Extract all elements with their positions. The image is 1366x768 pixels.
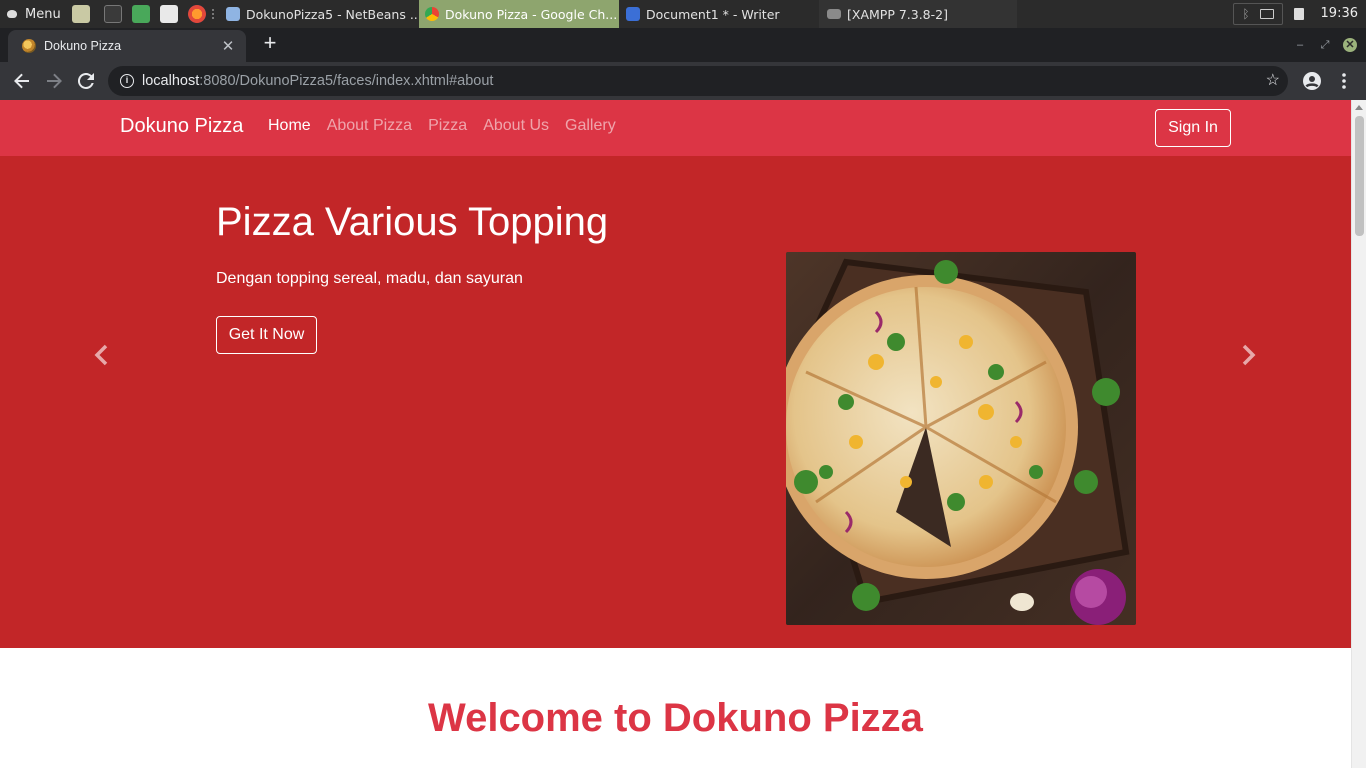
- vertical-dots-icon: [1342, 73, 1346, 89]
- carousel-indicators: [625, 662, 727, 665]
- close-window-icon[interactable]: ✕: [1343, 38, 1357, 52]
- carousel-prev-button[interactable]: [92, 344, 116, 372]
- chrome-icon: [425, 7, 439, 21]
- site-navbar: Dokuno Pizza Home About Pizza Pizza Abou…: [0, 100, 1351, 156]
- site-brand[interactable]: Dokuno Pizza: [120, 115, 243, 138]
- arrow-left-icon: [14, 73, 29, 89]
- new-tab-button[interactable]: +: [260, 32, 280, 54]
- nav-link-about-pizza[interactable]: About Pizza: [327, 117, 412, 135]
- writer-icon: [626, 7, 640, 21]
- task-netbeans[interactable]: DokunoPizza5 - NetBeans ...: [220, 0, 418, 28]
- scroll-up-arrow-icon[interactable]: [1355, 105, 1363, 110]
- firefox-launcher-icon[interactable]: [188, 5, 206, 23]
- text-editor-launcher-icon[interactable]: [160, 5, 178, 23]
- terminal-launcher-icon[interactable]: [104, 5, 122, 23]
- start-menu-label: Menu: [25, 6, 61, 22]
- browser-tab-strip: Dokuno Pizza ✕ + – ⤢ ✕: [0, 28, 1366, 62]
- bookmark-star-icon[interactable]: ☆: [1266, 70, 1280, 90]
- task-label: Dokuno Pizza - Google Ch...: [445, 6, 618, 22]
- welcome-heading: Welcome to Dokuno Pizza: [428, 696, 923, 740]
- site-info-icon[interactable]: i: [120, 74, 134, 88]
- chevron-right-icon: [1242, 344, 1256, 366]
- chevron-left-icon: [94, 344, 108, 366]
- file-manager-launcher-icon[interactable]: [72, 5, 90, 23]
- hero-carousel: Pizza Various Topping Dengan topping ser…: [0, 156, 1351, 665]
- task-xampp[interactable]: [XAMPP 7.3.8-2]: [819, 0, 1017, 28]
- page-viewport: Dokuno Pizza Home About Pizza Pizza Abou…: [0, 100, 1366, 768]
- nav-link-pizza[interactable]: Pizza: [428, 117, 467, 135]
- task-label: DokunoPizza5 - NetBeans ...: [246, 6, 418, 22]
- terminal-window-icon: [827, 9, 841, 19]
- os-taskbar: Menu DokunoPizza5 - NetBeans ... Dokuno …: [0, 0, 1366, 28]
- url-text[interactable]: localhost:8080/DokunoPizza5/faces/index.…: [142, 73, 493, 89]
- sign-in-button[interactable]: Sign In: [1155, 109, 1231, 147]
- reload-button[interactable]: [74, 69, 98, 93]
- nav-link-about-us[interactable]: About Us: [483, 117, 549, 135]
- scrollbar-thumb[interactable]: [1355, 116, 1364, 236]
- carousel-indicator-2[interactable]: [661, 662, 691, 665]
- netbeans-icon: [226, 7, 240, 21]
- get-it-now-button[interactable]: Get It Now: [216, 316, 317, 354]
- browser-menu-button[interactable]: [1332, 69, 1356, 93]
- address-bar[interactable]: i localhost:8080/DokunoPizza5/faces/inde…: [108, 66, 1288, 96]
- carousel-indicator-1[interactable]: [625, 662, 655, 665]
- nav-link-gallery[interactable]: Gallery: [565, 117, 616, 135]
- forward-button[interactable]: [42, 69, 66, 93]
- tab-title: Dokuno Pizza: [44, 39, 122, 53]
- back-button[interactable]: [10, 69, 34, 93]
- profile-button[interactable]: [1300, 69, 1324, 93]
- arrow-right-icon: [47, 73, 62, 89]
- task-writer[interactable]: Document1 * - Writer: [620, 0, 818, 28]
- taskbar-separator: [212, 9, 214, 19]
- nav-links: Home About Pizza Pizza About Us Gallery: [268, 117, 616, 135]
- clock[interactable]: 19:36: [1321, 0, 1358, 28]
- bluetooth-icon[interactable]: ᛒ: [1242, 7, 1249, 21]
- page-scrollbar[interactable]: [1351, 100, 1366, 768]
- system-tray: ᛒ: [1233, 3, 1283, 25]
- pizza-image: [786, 252, 1136, 625]
- pizza-favicon-icon: [22, 39, 36, 53]
- url-host: localhost: [142, 73, 200, 89]
- start-menu-button[interactable]: Menu: [6, 0, 61, 28]
- carousel-indicator-3[interactable]: [697, 662, 727, 665]
- task-label: [XAMPP 7.3.8-2]: [847, 6, 948, 22]
- nav-link-home[interactable]: Home: [268, 117, 311, 135]
- url-path: :8080/DokunoPizza5/faces/index.xhtml#abo…: [199, 73, 494, 89]
- folder-launcher-icon[interactable]: [132, 5, 150, 23]
- reload-icon: [78, 73, 94, 89]
- pizza-illustration: [786, 252, 1136, 625]
- maximize-window-icon[interactable]: ⤢: [1318, 38, 1332, 52]
- browser-tab-active[interactable]: Dokuno Pizza ✕: [8, 30, 246, 62]
- minimize-window-icon[interactable]: –: [1293, 38, 1307, 52]
- hero-subtitle: Dengan topping sereal, madu, dan sayuran: [216, 270, 523, 287]
- task-chrome[interactable]: Dokuno Pizza - Google Ch...: [419, 0, 619, 28]
- display-icon[interactable]: [1259, 9, 1274, 19]
- task-label: Document1 * - Writer: [646, 6, 780, 22]
- carousel-next-button[interactable]: [1240, 344, 1264, 372]
- menu-logo-icon: [6, 8, 20, 20]
- battery-icon[interactable]: [1294, 8, 1304, 20]
- close-tab-icon[interactable]: ✕: [220, 37, 236, 55]
- account-circle-icon: [1303, 72, 1321, 90]
- browser-toolbar: i localhost:8080/DokunoPizza5/faces/inde…: [0, 62, 1366, 100]
- hero-title: Pizza Various Topping: [216, 200, 609, 244]
